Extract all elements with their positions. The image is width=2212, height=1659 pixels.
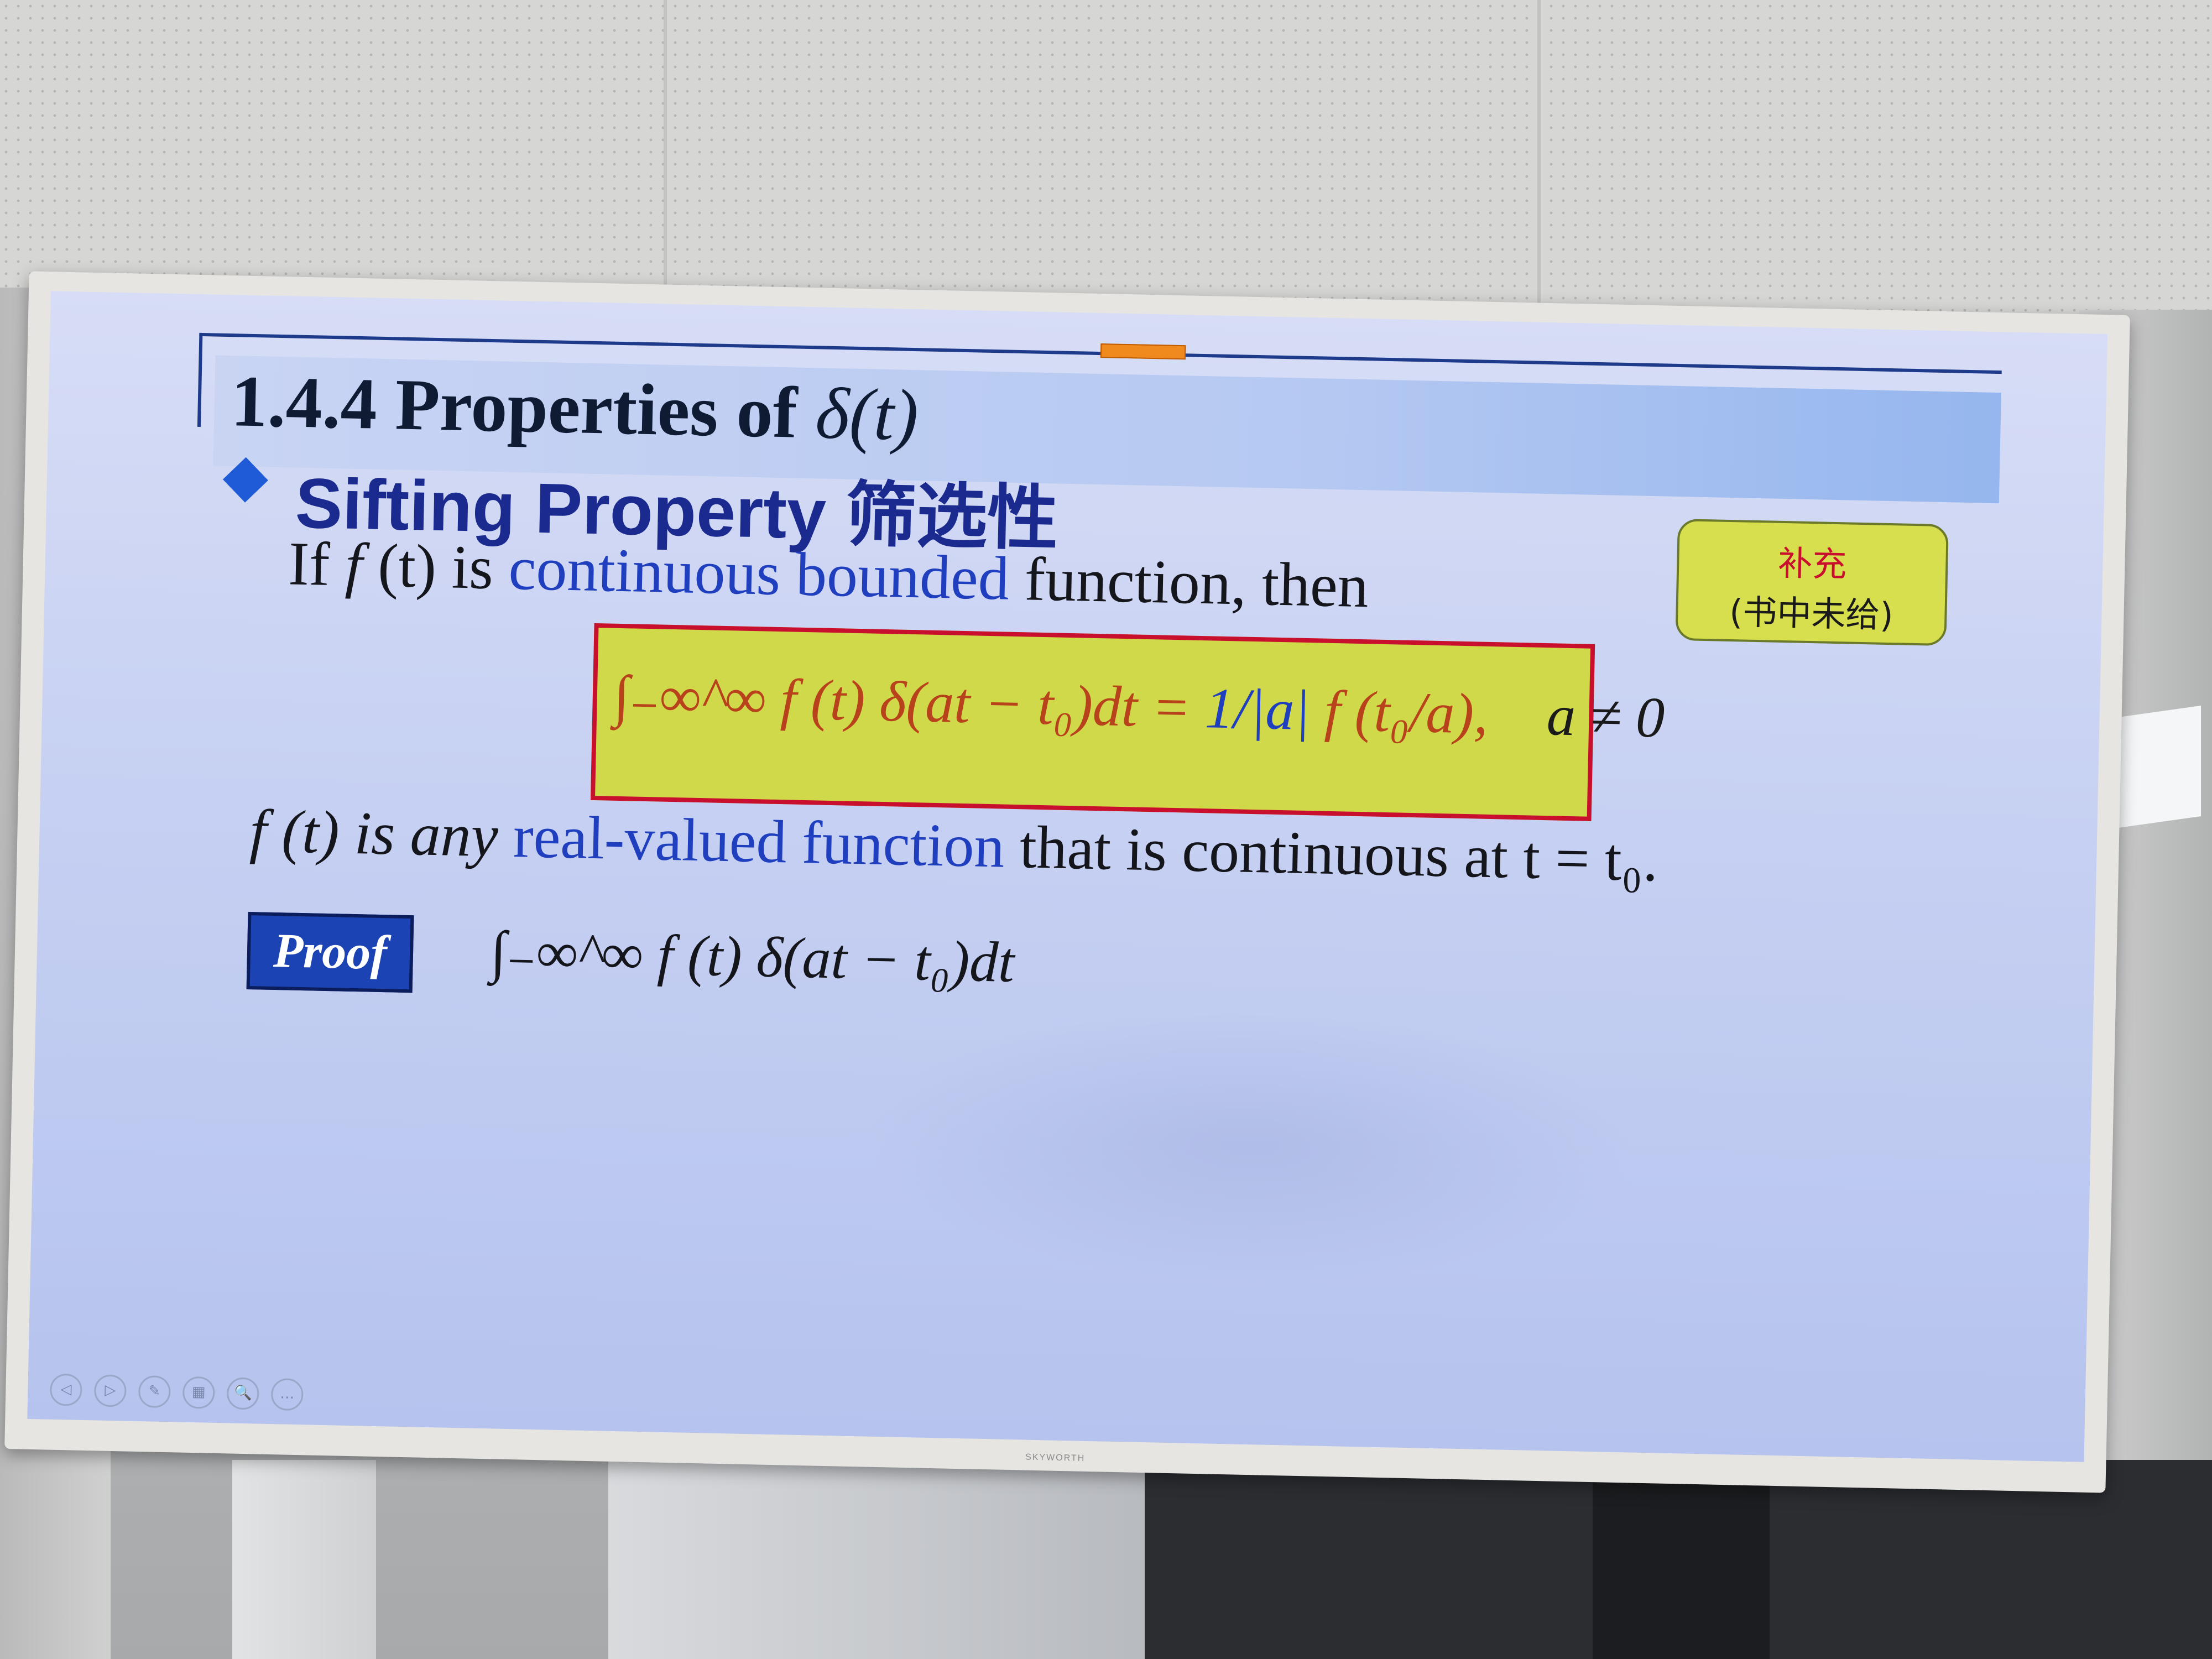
warning-badge — [1100, 343, 1186, 360]
next-slide-icon[interactable]: ▷ — [93, 1374, 127, 1407]
monitor-mount — [1593, 1471, 1770, 1659]
brand-logo: SKYWORTH — [1025, 1452, 1086, 1463]
pillar — [232, 1460, 376, 1659]
statement-text: (t) is — [362, 531, 510, 603]
more-options-icon[interactable]: … — [270, 1378, 304, 1411]
slide-title: 1.4.4 Properties of δ(t) — [230, 358, 919, 457]
monitor: 1.4.4 Properties of δ(t) Sifting Propert… — [4, 271, 2130, 1493]
callout-note: (书中未给) — [1729, 591, 1894, 636]
statement-highlight: continuous bounded — [508, 534, 1010, 613]
title-arg: (t) — [848, 373, 920, 456]
proof-formula: ∫₋∞^∞ f (t) δ(at − t₀)dt — [489, 920, 1015, 995]
ceiling-seam — [664, 0, 667, 310]
sifting-formula: ∫₋∞^∞ f (t) δ(at − t₀)dt = 1/|a| f (t₀/a… — [613, 661, 1666, 751]
condition-text: that is continuous at t = t₀. — [1004, 812, 1659, 894]
sifting-formula-box: ∫₋∞^∞ f (t) δ(at − t₀)dt = 1/|a| f (t₀/a… — [590, 623, 1665, 821]
statement-text: If — [288, 529, 346, 599]
title-prefix: 1.4.4 Properties of — [230, 360, 817, 454]
slides-grid-icon[interactable]: ▦ — [182, 1376, 215, 1409]
pen-icon[interactable]: ✎ — [138, 1375, 171, 1408]
background-window — [608, 1460, 1150, 1659]
screen-reflection — [860, 999, 1640, 1292]
condition-highlight: real-valued function — [512, 802, 1005, 880]
zoom-icon[interactable]: 🔍 — [226, 1377, 259, 1410]
condition-text: f (t) is any — [249, 797, 514, 870]
ceiling-seam — [1537, 0, 1541, 310]
statement-f: f — [345, 530, 363, 600]
formula-condition: a ≠ 0 — [1546, 684, 1666, 750]
proof-button[interactable]: Proof — [246, 911, 414, 993]
supplement-callout: 补充 (书中未给) — [1675, 518, 1949, 646]
formula-lhs: ∫₋∞^∞ f (t) δ(at − t₀)dt = — [613, 664, 1206, 740]
slideshow-toolbar: ◁ ▷ ✎ ▦ 🔍 … — [49, 1373, 304, 1411]
title-delta: δ — [815, 372, 851, 455]
callout-title: 补充 — [1777, 542, 1848, 585]
statement-text: function, then — [1008, 544, 1370, 621]
formula-coefficient: 1/|a| — [1204, 676, 1311, 743]
formula-rhs: f (t₀/a), — [1309, 679, 1489, 746]
slide-screen: 1.4.4 Properties of δ(t) Sifting Propert… — [27, 291, 2108, 1462]
title-rule-left — [197, 332, 203, 427]
previous-slide-icon[interactable]: ◁ — [49, 1373, 82, 1406]
statement-line: If f (t) is continuous bounded function,… — [288, 528, 1369, 622]
